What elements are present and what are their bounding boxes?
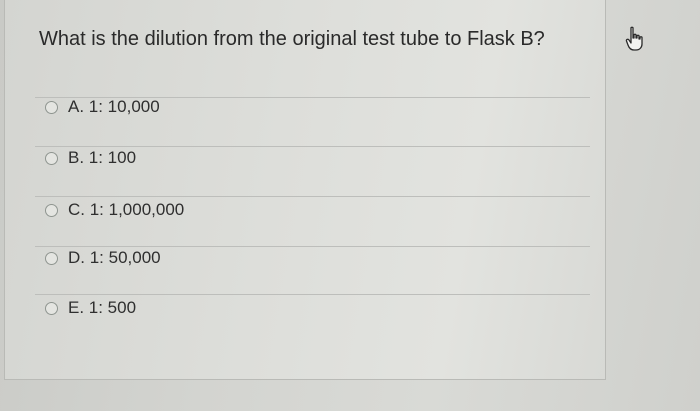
answer-option-c[interactable]: C. 1: 1,000,000 [45, 200, 184, 220]
radio-unchecked-icon[interactable] [45, 251, 58, 265]
divider [35, 246, 590, 247]
answer-option-a[interactable]: A. 1: 10,000 [45, 97, 160, 117]
radio-unchecked-icon[interactable] [45, 100, 58, 114]
option-label: E. 1: 500 [68, 298, 137, 317]
answer-option-b[interactable]: B. 1: 100 [45, 148, 136, 168]
radio-unchecked-icon[interactable] [45, 203, 58, 217]
question-text: What is the dilution from the original t… [39, 28, 545, 50]
divider [35, 146, 590, 147]
question-card: What is the dilution from the original t… [4, 0, 606, 380]
hand-pointer-icon [625, 26, 647, 52]
answer-option-e[interactable]: E. 1: 500 [45, 298, 136, 318]
option-label: C. 1: 1,000,000 [68, 200, 185, 219]
option-label: A. 1: 10,000 [68, 97, 160, 116]
divider [35, 196, 590, 197]
radio-unchecked-icon[interactable] [45, 301, 58, 315]
answer-option-d[interactable]: D. 1: 50,000 [45, 248, 161, 268]
option-label: D. 1: 50,000 [68, 248, 161, 267]
radio-unchecked-icon[interactable] [45, 151, 58, 165]
divider [35, 294, 590, 295]
option-label: B. 1: 100 [68, 148, 137, 167]
